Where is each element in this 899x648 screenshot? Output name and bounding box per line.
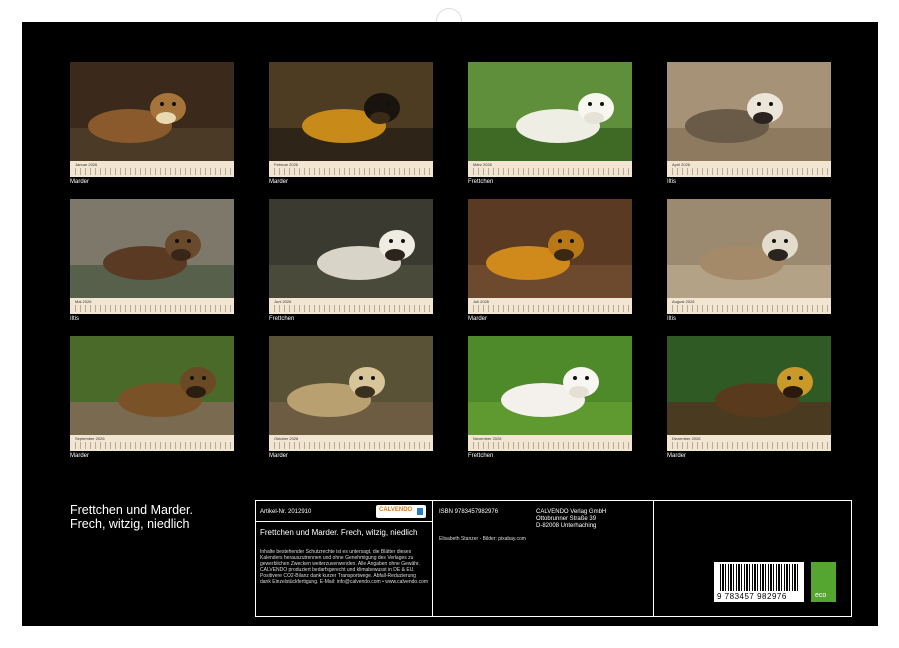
animal-photo xyxy=(70,336,234,435)
calvendo-logo: CALVENDO xyxy=(376,505,426,518)
calendar-strip: Mai 2026 xyxy=(70,298,234,314)
info-box: Artikel-Nr. 2012910 CALVENDO Frettchen u… xyxy=(255,500,852,617)
calendar-strip: Dezember 2026 xyxy=(667,435,831,451)
month-page: August 2026 Iltis xyxy=(667,199,831,324)
calendar-sheet: Januar 2026 Marder Februar 2026 Marder März … xyxy=(22,22,878,626)
photo-caption: Iltis xyxy=(70,316,79,322)
barcode-number: 9 783457 982976 xyxy=(717,592,787,601)
month-label: März 2026 xyxy=(473,162,492,167)
month-page: September 2026 Marder xyxy=(70,336,234,461)
animal-photo xyxy=(269,199,433,298)
calendar-strip: August 2026 xyxy=(667,298,831,314)
calendar-days xyxy=(672,442,828,449)
calendar-strip: Juli 2026 xyxy=(468,298,632,314)
calendar-strip: April 2026 xyxy=(667,161,831,177)
barcode: 9 783457 982976 xyxy=(714,562,804,602)
month-label: November 2026 xyxy=(473,436,501,441)
calendar-days xyxy=(75,442,231,449)
photo-caption: Marder xyxy=(70,453,89,459)
animal-photo xyxy=(70,199,234,298)
calendar-days xyxy=(274,168,430,175)
animal-photo xyxy=(468,199,632,298)
month-label: Mai 2026 xyxy=(75,299,91,304)
cover-title: Frettchen und Marder. Frech, witzig, nie… xyxy=(70,503,230,531)
animal-photo xyxy=(468,336,632,435)
article-number: Artikel-Nr. 2012910 xyxy=(260,509,311,516)
calendar-strip: Oktober 2026 xyxy=(269,435,433,451)
month-label: Januar 2026 xyxy=(75,162,97,167)
calendar-days xyxy=(75,305,231,312)
eco-badge: eco xyxy=(811,562,836,602)
photo-caption: Frettchen xyxy=(269,316,294,322)
calendar-days xyxy=(274,442,430,449)
month-page: Juli 2026 Marder xyxy=(468,199,632,324)
calendar-days xyxy=(274,305,430,312)
animal-photo xyxy=(667,62,831,161)
month-page: April 2026 Iltis xyxy=(667,62,831,187)
month-label: September 2026 xyxy=(75,436,105,441)
animal-photo xyxy=(269,336,433,435)
photo-caption: Iltis xyxy=(667,179,676,185)
month-page: Dezember 2026 Marder xyxy=(667,336,831,461)
calendar-strip: Februar 2026 xyxy=(269,161,433,177)
calendar-strip: Juni 2026 xyxy=(269,298,433,314)
month-label: August 2026 xyxy=(672,299,694,304)
month-page: März 2026 Frettchen xyxy=(468,62,632,187)
publisher-line-1: CALVENDO Verlag GmbH xyxy=(536,509,606,516)
calendar-strip: November 2026 xyxy=(468,435,632,451)
photo-caption: Marder xyxy=(70,179,89,185)
month-label: Juli 2026 xyxy=(473,299,489,304)
animal-photo xyxy=(468,62,632,161)
info-title: Frettchen und Marder. Frech, witzig, nie… xyxy=(260,528,425,537)
photo-caption: Frettchen xyxy=(468,453,493,459)
month-label: April 2026 xyxy=(672,162,690,167)
animal-photo xyxy=(667,199,831,298)
photo-caption: Frettchen xyxy=(468,179,493,185)
legal-text: Inhalte bestehender Schutzrechte ist es … xyxy=(260,549,428,585)
animal-photo xyxy=(70,62,234,161)
month-page: Mai 2026 Iltis xyxy=(70,199,234,324)
publisher-line-2: Ottobrunner Straße 39 xyxy=(536,516,596,523)
month-label: Oktober 2026 xyxy=(274,436,298,441)
month-page: Oktober 2026 Marder xyxy=(269,336,433,461)
month-label: Februar 2026 xyxy=(274,162,298,167)
calendar-days xyxy=(75,168,231,175)
calendar-strip: September 2026 xyxy=(70,435,234,451)
calendar-days xyxy=(672,305,828,312)
month-page: Februar 2026 Marder xyxy=(269,62,433,187)
publisher-line-3: D-82008 Unterhaching xyxy=(536,523,596,530)
calendar-days xyxy=(473,168,629,175)
calendar-days xyxy=(672,168,828,175)
calendar-strip: Januar 2026 xyxy=(70,161,234,177)
calendar-days xyxy=(473,442,629,449)
animal-photo xyxy=(269,62,433,161)
month-page: Januar 2026 Marder xyxy=(70,62,234,187)
month-page: Juni 2026 Frettchen xyxy=(269,199,433,324)
photo-caption: Iltis xyxy=(667,316,676,322)
month-label: Dezember 2026 xyxy=(672,436,700,441)
animal-photo xyxy=(667,336,831,435)
calendar-days xyxy=(473,305,629,312)
month-label: Juni 2026 xyxy=(274,299,291,304)
month-page: November 2026 Frettchen xyxy=(468,336,632,461)
photo-caption: Marder xyxy=(667,453,686,459)
image-credit: Elisabeth Stanzer - Bilder: pixabay.com xyxy=(439,536,526,542)
photo-caption: Marder xyxy=(468,316,487,322)
photo-caption: Marder xyxy=(269,453,288,459)
photo-caption: Marder xyxy=(269,179,288,185)
calendar-strip: März 2026 xyxy=(468,161,632,177)
isbn: ISBN 9783457982976 xyxy=(439,509,498,516)
